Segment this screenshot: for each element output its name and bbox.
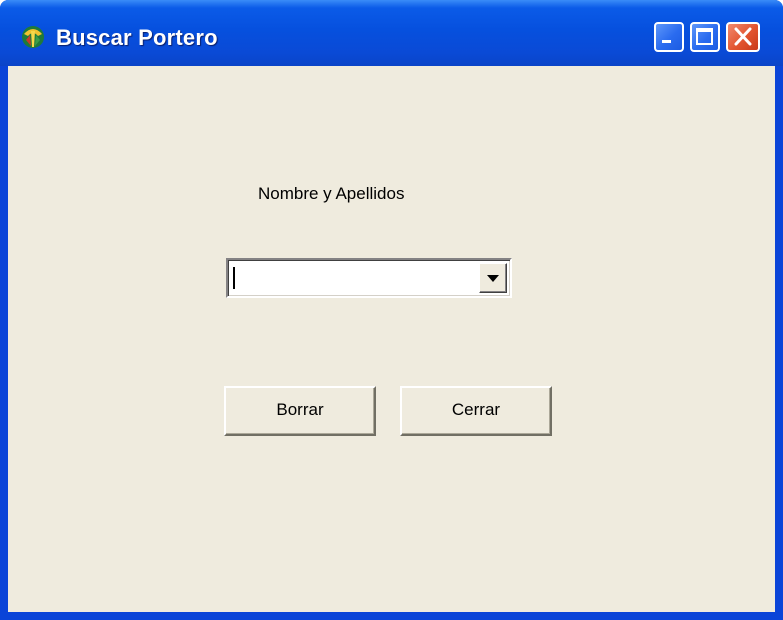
combobox-dropdown-button[interactable] [479, 263, 507, 293]
close-window-button[interactable] [726, 22, 760, 52]
maximize-icon [696, 28, 713, 45]
close-button[interactable]: Cerrar [400, 386, 552, 436]
close-icon [734, 27, 752, 46]
name-combobox[interactable] [226, 258, 512, 298]
window-title: Buscar Portero [56, 25, 218, 50]
clear-button[interactable]: Borrar [224, 386, 376, 436]
dialog-client-area [8, 66, 775, 612]
title-bar[interactable]: Buscar Portero [0, 0, 783, 66]
text-caret [233, 267, 235, 289]
minimize-icon [662, 40, 671, 43]
app-logo-icon[interactable] [20, 22, 46, 50]
chevron-down-icon [487, 275, 499, 282]
maximize-button[interactable] [690, 22, 720, 52]
minimize-button[interactable] [654, 22, 684, 52]
dialog-window: Buscar Portero Nombre y Apellidos Borrar… [0, 0, 783, 620]
name-label: Nombre y Apellidos [258, 184, 405, 203]
